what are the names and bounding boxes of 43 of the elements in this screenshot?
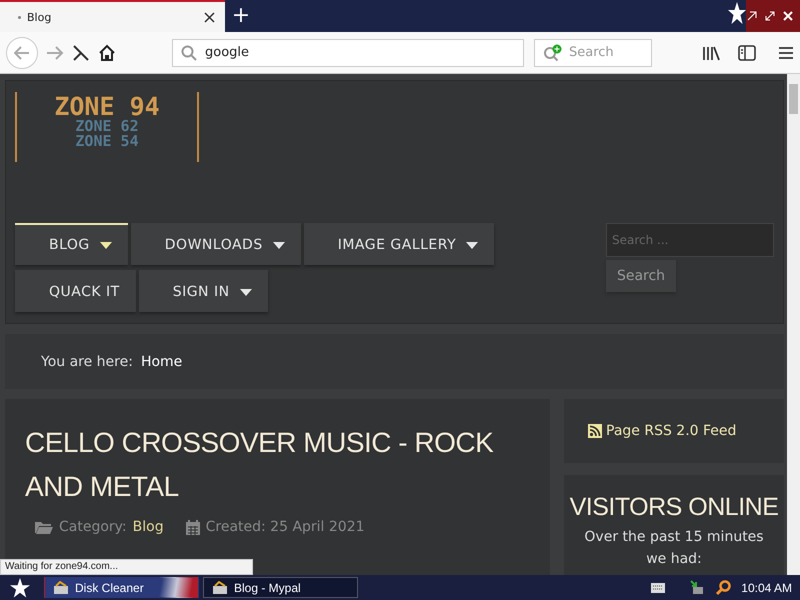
app-icon	[212, 580, 228, 594]
search-field[interactable]: Search ...	[606, 223, 774, 257]
menu-item[interactable]: DOWNLOADS	[130, 223, 301, 265]
new-tab-button[interactable]: +	[225, 0, 257, 32]
close-icon[interactable]	[204, 12, 215, 22]
search-icon	[181, 44, 197, 60]
star-icon[interactable]	[10, 578, 30, 598]
browser-tab[interactable]: Blog	[0, 0, 225, 32]
site-logo[interactable]: ZONE 94 ZONE 62 ZONE 54	[15, 92, 199, 162]
menu-item[interactable]: IMAGE GALLERY	[304, 223, 494, 265]
scrollbar-thumb[interactable]	[789, 84, 798, 114]
breadcrumb-label: You are here:	[41, 354, 133, 370]
scrollbar[interactable]	[787, 74, 800, 575]
breadcrumb-link[interactable]: Home	[140, 354, 182, 370]
category-link[interactable]: Blog	[132, 519, 164, 535]
star-icon	[728, 0, 746, 26]
home-icon[interactable]	[98, 44, 116, 62]
widget-title: VISITORS ONLINE	[570, 493, 778, 522]
search-icon	[543, 44, 563, 62]
address-field[interactable]: google	[172, 38, 524, 66]
app-icon	[53, 580, 69, 594]
calendar-icon	[186, 520, 200, 534]
article-title: CELLO CROSSOVER MUSIC - ROCK AND METAL	[25, 426, 494, 504]
library-icon[interactable]	[702, 44, 720, 60]
search-button[interactable]: Search	[606, 260, 676, 292]
visitors-text: Over the past 15 minutes we had:	[583, 528, 765, 569]
network-icon	[689, 580, 706, 596]
menu-item[interactable]: SIGN IN	[138, 270, 268, 312]
back-arrow-icon	[14, 46, 30, 60]
clock: 10:04 AM	[741, 580, 792, 594]
created-date: Created: 25 April 2021	[206, 519, 365, 535]
status-text: Waiting for zone94.com...	[0, 559, 253, 575]
search-icon	[715, 580, 732, 596]
keyboard-icon	[651, 582, 666, 592]
menu-item[interactable]: BLOG	[15, 223, 128, 265]
menu-item[interactable]: QUACK IT	[15, 270, 136, 312]
menu-icon[interactable]	[778, 46, 794, 60]
rss-link[interactable]: Page RSS 2.0 Feed	[606, 423, 736, 439]
taskbar-button[interactable]: Blog - Mypal	[203, 577, 358, 598]
sidebar-icon[interactable]	[738, 44, 756, 60]
folder-icon	[35, 520, 53, 534]
category-label: Category:	[59, 519, 127, 535]
rss-icon	[588, 424, 602, 438]
